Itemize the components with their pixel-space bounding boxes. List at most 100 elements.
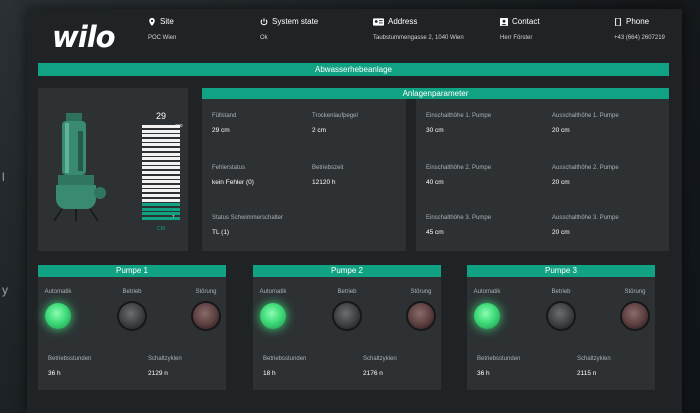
parameter-label: Fehlerstatus: [212, 165, 246, 171]
power-icon: [260, 17, 268, 25]
pump-status-label: Störung: [410, 289, 432, 295]
contact-label: Contact: [512, 17, 540, 26]
gauge-segment: [142, 166, 180, 170]
gauge-segment: [142, 157, 180, 161]
gauge-segment: [142, 143, 180, 147]
gauge-segment: [142, 161, 180, 165]
level-gauge: [142, 125, 180, 223]
header-system-state: System state Ok: [260, 17, 319, 41]
submersible-pump-icon: [53, 113, 106, 222]
parameter-label: Ausschalthöhe 2. Pumpe: [552, 165, 619, 171]
header-address: Address Taubstummengasse 2, 1040 Wien: [373, 17, 464, 41]
level-panel: 29 150 7 CM: [38, 88, 188, 251]
pump-cycles: 2176 n: [363, 370, 383, 377]
gauge-segment: [142, 152, 180, 156]
gauge-segment: [142, 189, 180, 193]
contact-value: Herr Förster: [500, 35, 533, 41]
parameter-value: 45 cm: [426, 229, 444, 236]
side-text-bottom: y: [2, 283, 8, 297]
parameters-right-panel: [416, 99, 669, 251]
pump-cycles-label: Schaltzyklen: [363, 356, 397, 362]
pump-title: Pumpe 1: [38, 265, 226, 277]
gauge-segment: [142, 180, 180, 184]
gauge-segment: [142, 134, 180, 138]
parameter-value: 30 cm: [426, 127, 444, 134]
gauge-segment: [142, 207, 180, 211]
parameter-label: Füllstand: [212, 113, 237, 119]
parameter-label: Trockenlaufpegel: [312, 113, 358, 119]
gauge-segment: [142, 175, 180, 179]
gauge-segment: [142, 138, 180, 142]
address-label: Address: [388, 17, 418, 26]
pump-title: Pumpe 3: [467, 265, 655, 277]
parameter-label: Status Schwimmerschalter: [212, 215, 284, 221]
parameter-value: 20 cm: [552, 127, 570, 134]
parameter-label: Einschalthöhe 3. Pumpe: [426, 215, 492, 221]
gauge-segment: [142, 184, 180, 188]
pump-cycles-label: Schaltzyklen: [148, 356, 182, 362]
automatik-indicator: [45, 303, 71, 329]
parameter-value: 12120 h: [312, 179, 336, 186]
dashboard-screen: wilo Site POC Wien System state Ok Addre…: [27, 9, 682, 413]
parameter-value: 29 cm: [212, 127, 230, 134]
parameter-label: Ausschalthöhe 3. Pumpe: [552, 215, 619, 221]
system-state-value: Ok: [260, 35, 268, 41]
parameter-value: 2 cm: [312, 127, 327, 134]
pump-status-label: Automatik: [44, 289, 72, 295]
pump-hours-label: Betriebsstunden: [48, 356, 92, 362]
header-contact: Contact Herr Förster: [500, 17, 540, 41]
pump-title: Pumpe 2: [253, 265, 441, 277]
parameter-value: 20 cm: [552, 179, 570, 186]
pump-cycles: 2129 n: [148, 370, 168, 377]
automatik-indicator: [260, 303, 286, 329]
system-state-label: System state: [272, 17, 319, 26]
stoerung-indicator: [408, 303, 434, 329]
stoerung-indicator: [193, 303, 219, 329]
pump-status-label: Betrieb: [337, 289, 357, 295]
pump-status-label: Betrieb: [122, 289, 142, 295]
gauge-segment: [142, 198, 180, 202]
parameter-label: Einschalthöhe 1. Pumpe: [426, 113, 492, 119]
parameter-label: Einschalthöhe 2. Pumpe: [426, 165, 492, 171]
betrieb-indicator: [548, 303, 574, 329]
phone-value: +43 (664) 2607219: [614, 35, 665, 41]
contact-icon: [500, 17, 508, 26]
pump-hours: 18 h: [263, 370, 276, 377]
pump-status-label: Betrieb: [551, 289, 571, 295]
pump-hours-label: Betriebsstunden: [477, 356, 521, 362]
address-card-icon: [373, 17, 384, 26]
pump-cycles: 2115 n: [577, 370, 597, 377]
phone-icon: [615, 17, 621, 26]
site-value: POC Wien: [148, 35, 177, 41]
pump-hours: 36 h: [477, 370, 490, 377]
gauge-segment: [142, 170, 180, 174]
parameter-value: TL (1): [212, 229, 230, 236]
address-value: Taubstummengasse 2, 1040 Wien: [373, 35, 464, 41]
gauge-segment: [142, 129, 180, 133]
gauge-segment: [142, 203, 180, 207]
automatik-indicator: [474, 303, 500, 329]
betrieb-indicator: [334, 303, 360, 329]
pump-cycles-label: Schaltzyklen: [577, 356, 611, 362]
gauge-segment: [142, 193, 180, 197]
pump-status-label: Automatik: [473, 289, 501, 295]
parameters-left-panel: [202, 99, 406, 251]
pump-hours-label: Betriebsstunden: [263, 356, 307, 362]
header-site: Site POC Wien: [148, 17, 176, 41]
parameter-value: kein Fehler (0): [212, 179, 254, 186]
gauge-min-label: 7: [172, 214, 175, 219]
pump-status-label: Automatik: [259, 289, 287, 295]
betrieb-indicator: [119, 303, 145, 329]
stoerung-indicator: [622, 303, 648, 329]
parameter-value: 20 cm: [552, 229, 570, 236]
location-pin-icon: [149, 17, 155, 26]
phone-label: Phone: [626, 17, 650, 26]
pump-hours: 36 h: [48, 370, 61, 377]
header-phone: Phone +43 (664) 2607219: [614, 17, 665, 41]
gauge-max-label: 150: [175, 123, 183, 128]
gauge-segment: [142, 147, 180, 151]
site-label: Site: [160, 17, 174, 26]
parameters-title: Anlagenparameter: [202, 88, 669, 99]
pump-status-label: Störung: [195, 289, 217, 295]
parameter-value: 40 cm: [426, 179, 444, 186]
